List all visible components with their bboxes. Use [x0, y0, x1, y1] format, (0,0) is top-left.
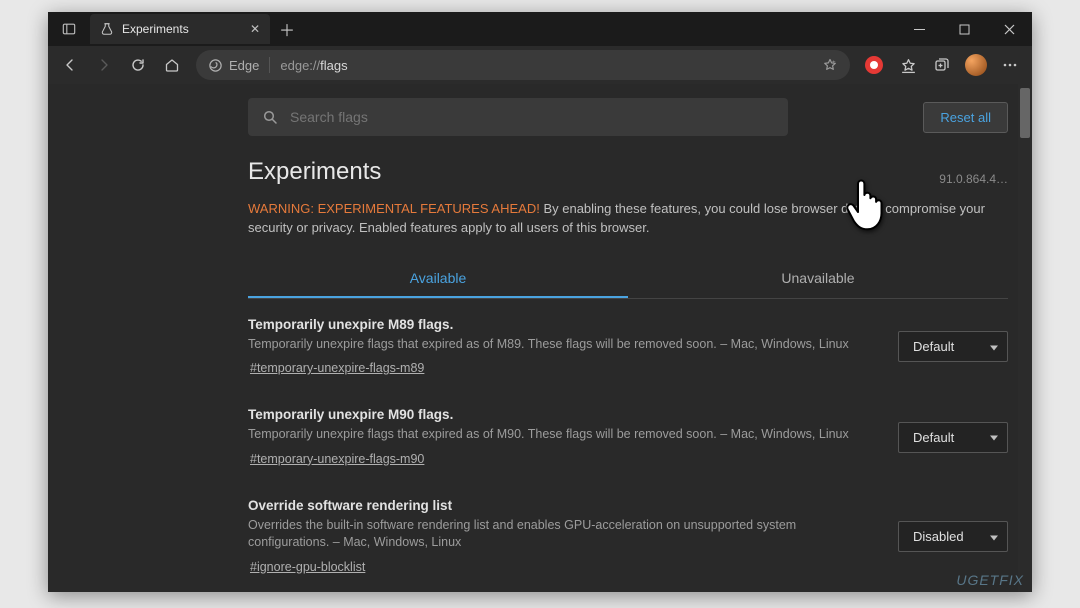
- tab-available[interactable]: Available: [248, 260, 628, 298]
- page-title: Experiments: [248, 158, 381, 186]
- page-content: Reset all Experiments 91.0.864.4… WARNIN…: [48, 84, 1018, 592]
- edge-icon: Edge: [208, 58, 259, 73]
- search-icon: [262, 109, 278, 125]
- minimize-button[interactable]: [897, 12, 942, 46]
- flask-icon: [100, 22, 114, 36]
- flag-row: Temporarily unexpire M90 flags. Temporar…: [248, 389, 1008, 480]
- flag-title: Temporarily unexpire M89 flags.: [248, 317, 878, 332]
- favorites-button[interactable]: [892, 49, 924, 81]
- back-button[interactable]: [54, 49, 86, 81]
- flag-row: Temporarily unexpire M89 flags. Temporar…: [248, 299, 1008, 390]
- favorite-star-icon[interactable]: +: [822, 57, 838, 73]
- watermark: UGETFIX: [956, 572, 1024, 588]
- tab-well: Experiments ✕ ＋: [48, 12, 304, 46]
- flag-row: Accelerated 2D canvas Enables the use of…: [248, 588, 1008, 592]
- warning-label: WARNING: EXPERIMENTAL FEATURES AHEAD!: [248, 201, 540, 216]
- search-flags-field[interactable]: [248, 98, 788, 136]
- flag-select[interactable]: Default: [898, 422, 1008, 453]
- browser-window: Experiments ✕ ＋: [48, 12, 1032, 592]
- edge-label: Edge: [229, 58, 259, 73]
- divider: [269, 57, 270, 73]
- flag-description: Temporarily unexpire flags that expired …: [248, 426, 878, 444]
- flag-description: Overrides the built-in software renderin…: [248, 517, 878, 552]
- extension-adblock-icon[interactable]: [858, 49, 890, 81]
- browser-tab[interactable]: Experiments ✕: [90, 14, 270, 44]
- collections-button[interactable]: [926, 49, 958, 81]
- toolbar: Edge edge://flags +: [48, 46, 1032, 84]
- flag-anchor-link[interactable]: #temporary-unexpire-flags-m89: [248, 361, 424, 375]
- vertical-scrollbar[interactable]: [1018, 84, 1032, 592]
- flag-dropdown[interactable]: Default: [898, 422, 1008, 453]
- flag-description: Temporarily unexpire flags that expired …: [248, 336, 878, 354]
- forward-button[interactable]: [88, 49, 120, 81]
- url-scheme: edge://: [280, 58, 320, 73]
- flag-select[interactable]: Disabled: [898, 521, 1008, 552]
- flag-dropdown[interactable]: Default: [898, 331, 1008, 362]
- flag-dropdown[interactable]: Disabled: [898, 521, 1008, 552]
- tabs: Available Unavailable: [248, 260, 1008, 299]
- tab-actions-button[interactable]: [52, 12, 86, 46]
- profile-avatar[interactable]: [960, 49, 992, 81]
- flag-row: Override software rendering list Overrid…: [248, 480, 1008, 588]
- scrollbar-thumb[interactable]: [1020, 88, 1030, 138]
- flag-title: Temporarily unexpire M90 flags.: [248, 407, 878, 422]
- address-bar[interactable]: Edge edge://flags +: [196, 50, 850, 80]
- close-tab-button[interactable]: ✕: [250, 22, 260, 36]
- flag-select[interactable]: Default: [898, 331, 1008, 362]
- refresh-button[interactable]: [122, 49, 154, 81]
- version-label: 91.0.864.4…: [939, 172, 1008, 186]
- new-tab-button[interactable]: ＋: [270, 12, 304, 46]
- tab-unavailable[interactable]: Unavailable: [628, 260, 1008, 298]
- flag-anchor-link[interactable]: #ignore-gpu-blocklist: [248, 560, 365, 574]
- window-controls: [897, 12, 1032, 46]
- search-input[interactable]: [290, 109, 774, 125]
- home-button[interactable]: [156, 49, 188, 81]
- tab-title: Experiments: [122, 22, 242, 36]
- settings-more-button[interactable]: [994, 49, 1026, 81]
- svg-text:+: +: [832, 60, 836, 66]
- url-path: flags: [320, 58, 347, 73]
- close-window-button[interactable]: [987, 12, 1032, 46]
- maximize-button[interactable]: [942, 12, 987, 46]
- flag-title: Override software rendering list: [248, 498, 878, 513]
- warning-text: WARNING: EXPERIMENTAL FEATURES AHEAD! By…: [248, 200, 1008, 238]
- page-viewport: Reset all Experiments 91.0.864.4… WARNIN…: [48, 84, 1032, 592]
- flag-anchor-link[interactable]: #temporary-unexpire-flags-m90: [248, 452, 424, 466]
- titlebar: Experiments ✕ ＋: [48, 12, 1032, 46]
- reset-all-button[interactable]: Reset all: [923, 102, 1008, 133]
